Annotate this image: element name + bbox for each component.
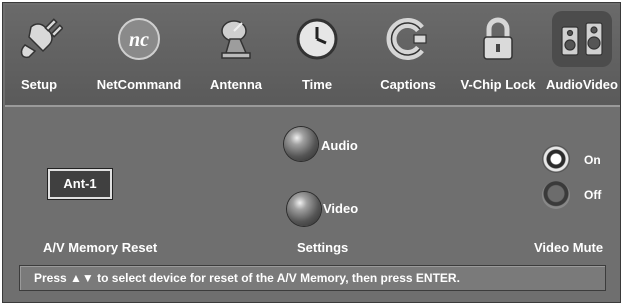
nav-item-captions[interactable]: Captions <box>375 5 441 105</box>
nav-item-netcommand[interactable]: nc NetCommand <box>89 5 189 105</box>
plug-icon <box>20 18 63 59</box>
nav-label-netcommand: NetCommand <box>96 77 182 92</box>
nav-label-time: Time <box>301 77 333 92</box>
video-mute-label: Video Mute <box>534 240 604 255</box>
video-mute-on-label: On <box>584 153 601 167</box>
nav-label-audiovideo: AudioVideo <box>546 77 618 92</box>
video-button[interactable] <box>287 192 321 226</box>
audio-video-menu-window: Setup nc NetCommand Antenna Time Caption… <box>2 2 621 303</box>
memory-reset-input[interactable]: Ant-1 <box>47 168 113 200</box>
speakers-icon <box>561 22 603 56</box>
top-menu-bar: Setup nc NetCommand Antenna Time Caption… <box>5 5 620 107</box>
nav-item-setup[interactable]: Setup <box>11 5 67 105</box>
audio-label: Audio <box>321 138 358 153</box>
settings-panel: Ant-1 A/V Memory Reset Audio Video Setti… <box>5 109 620 302</box>
video-mute-off-label: Off <box>584 188 602 202</box>
video-label: Video <box>323 201 359 216</box>
nav-item-time[interactable]: Time <box>287 5 347 105</box>
status-prefix: Press <box>34 271 71 285</box>
clock-icon <box>296 18 338 60</box>
video-mute-on-radio[interactable] <box>542 145 570 173</box>
nav-item-audiovideo[interactable]: AudioVideo <box>545 5 619 105</box>
status-bar: Press ▲▼ to select device for reset of t… <box>19 265 606 291</box>
nav-label-vchip-lock: V-Chip Lock <box>460 77 536 92</box>
nav-label-antenna: Antenna <box>210 77 262 92</box>
captions-icon <box>386 18 427 60</box>
padlock-icon <box>483 17 513 60</box>
audio-button[interactable] <box>284 127 318 161</box>
nav-item-antenna[interactable]: Antenna <box>201 5 271 105</box>
settings-label: Settings <box>297 240 349 255</box>
video-mute-off-radio[interactable] <box>542 181 570 209</box>
memory-reset-label: A/V Memory Reset <box>43 240 158 255</box>
netcommand-logo-icon: nc <box>118 18 160 60</box>
antenna-icon <box>221 20 251 59</box>
svg-text:nc: nc <box>129 29 149 51</box>
nav-label-captions: Captions <box>380 77 436 92</box>
nav-label-setup: Setup <box>20 77 58 92</box>
up-down-arrows-icon: ▲▼ <box>70 271 94 285</box>
status-message: to select device for reset of the A/V Me… <box>93 271 460 285</box>
nav-item-vchip-lock[interactable]: V-Chip Lock <box>453 5 543 105</box>
